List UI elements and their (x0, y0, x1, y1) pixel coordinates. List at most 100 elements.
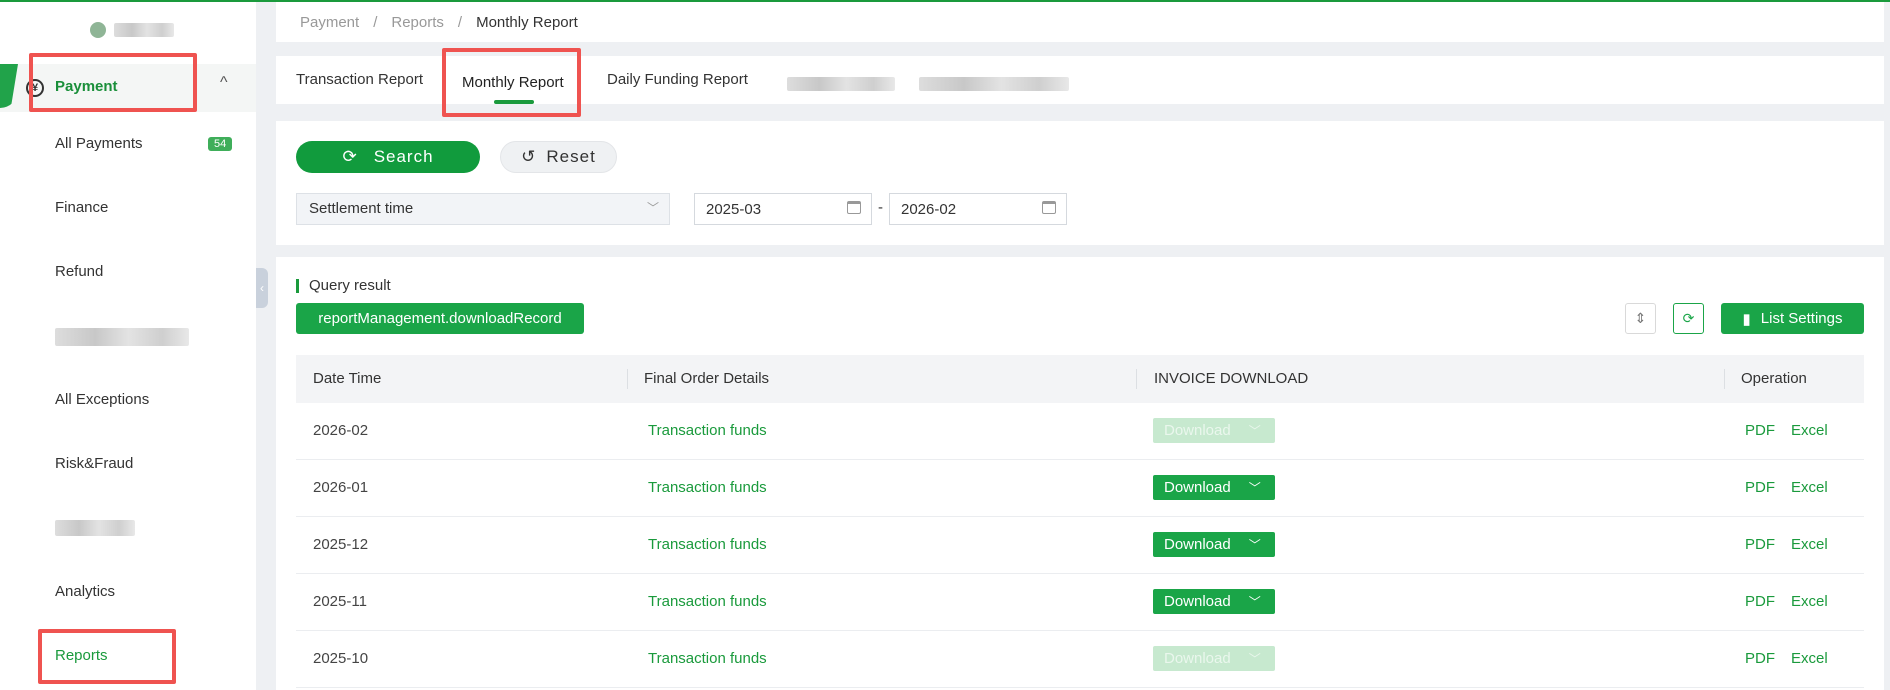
sidebar-item-all-exceptions[interactable]: All Exceptions (55, 391, 149, 408)
pdf-link[interactable]: PDF (1745, 650, 1775, 667)
tab-daily-funding-report[interactable]: Daily Funding Report (607, 71, 748, 88)
row-date: 2026-01 (313, 479, 369, 496)
time-type-select[interactable]: Settlement time ﹀ (296, 193, 670, 225)
excel-link[interactable]: Excel (1791, 479, 1828, 496)
pdf-link[interactable]: PDF (1745, 422, 1775, 439)
breadcrumb: Payment / Reports / Monthly Report (276, 2, 1884, 42)
download-label: Download (1164, 536, 1231, 553)
download-label: Download (1164, 650, 1231, 667)
logo-icon (90, 22, 106, 38)
reset-icon: ↺ (521, 147, 537, 166)
row-date: 2026-02 (313, 422, 369, 439)
table-row: 2025-10 Transaction funds Download ﹀ PDF … (296, 631, 1864, 688)
row-date: 2025-12 (313, 536, 369, 553)
date-from-value: 2025-03 (706, 201, 762, 218)
pdf-link[interactable]: PDF (1745, 479, 1775, 496)
breadcrumb-payment[interactable]: Payment (300, 14, 359, 31)
bar-chart-icon: ▮ (1742, 310, 1751, 328)
download-dropdown-button: Download ﹀ (1153, 418, 1275, 443)
active-tab-indicator (494, 100, 534, 104)
reset-button[interactable]: ↺ Reset (500, 141, 617, 173)
column-divider (1136, 369, 1137, 389)
search-refresh-icon: ⟳ (342, 147, 358, 166)
filter-panel (276, 121, 1884, 245)
time-type-value: Settlement time (309, 200, 414, 217)
calendar-icon (1042, 201, 1056, 214)
leaf-accent-icon (0, 64, 18, 108)
breadcrumb-separator: / (373, 13, 378, 31)
table-header: Date Time Final Order Details INVOICE DO… (296, 355, 1864, 403)
breadcrumb-reports[interactable]: Reports (391, 14, 444, 31)
tab-transaction-report[interactable]: Transaction Report (296, 71, 423, 88)
top-accent-line (0, 0, 1890, 2)
list-settings-button[interactable]: ▮ List Settings (1721, 303, 1864, 334)
table-row: 2025-12 Transaction funds Download ﹀ PDF … (296, 517, 1864, 574)
tab-monthly-report[interactable]: Monthly Report (462, 74, 564, 91)
table-row: 2026-02 Transaction funds Download ﹀ PDF … (296, 403, 1864, 460)
sidebar-item-reports[interactable]: Reports (55, 647, 108, 664)
column-divider (627, 369, 628, 389)
transaction-funds-link[interactable]: Transaction funds (648, 479, 767, 496)
header-final-order-details: Final Order Details (644, 370, 770, 387)
date-range-separator: - (878, 199, 883, 216)
download-label: Download (1164, 422, 1231, 439)
account-logo (90, 22, 174, 38)
date-from-input[interactable]: 2025-03 (694, 193, 872, 225)
sidebar-collapse-handle[interactable]: ‹ (256, 268, 268, 308)
date-to-input[interactable]: 2026-02 (889, 193, 1067, 225)
transaction-funds-link[interactable]: Transaction funds (648, 593, 767, 610)
breadcrumb-separator: / (457, 13, 463, 31)
download-record-button[interactable]: reportManagement.downloadRecord (296, 303, 584, 334)
table-row: 2026-01 Transaction funds Download ﹀ PDF … (296, 460, 1864, 517)
transaction-funds-link[interactable]: Transaction funds (648, 536, 767, 553)
payment-icon: ¥ (26, 79, 44, 97)
header-invoice-download: INVOICE DOWNLOAD (1154, 370, 1309, 387)
tab-blurred-1[interactable] (787, 77, 895, 91)
sidebar-item-blurred-2[interactable] (55, 520, 135, 536)
sidebar-item-analytics[interactable]: Analytics (55, 583, 115, 600)
download-label: Download (1164, 593, 1231, 610)
chevron-down-icon: ﹀ (1248, 424, 1261, 438)
sidebar-item-refund[interactable]: Refund (55, 263, 103, 280)
download-dropdown-button[interactable]: Download ﹀ (1153, 589, 1275, 614)
search-button[interactable]: ⟳ Search (296, 141, 480, 173)
excel-link[interactable]: Excel (1791, 650, 1828, 667)
download-dropdown-button: Download ﹀ (1153, 646, 1275, 671)
chevron-down-icon: ﹀ (1248, 595, 1261, 609)
chevron-up-icon[interactable]: ^ (220, 74, 228, 92)
chevron-down-icon: ﹀ (1248, 481, 1261, 495)
table-row: 2025-11 Transaction funds Download ﹀ PDF … (296, 574, 1864, 631)
count-badge: 54 (208, 137, 233, 151)
tab-blurred-2[interactable] (919, 77, 1069, 91)
sidebar-item-risk-fraud[interactable]: Risk&Fraud (55, 455, 133, 472)
breadcrumb-current: Monthly Report (476, 13, 578, 31)
refresh-icon[interactable]: ⟳ (1673, 303, 1704, 334)
pdf-link[interactable]: PDF (1745, 593, 1775, 610)
download-dropdown-button[interactable]: Download ﹀ (1153, 475, 1275, 500)
header-date-time: Date Time (313, 370, 382, 387)
row-date: 2025-11 (313, 593, 367, 610)
chevron-down-icon: ﹀ (1248, 538, 1261, 552)
reset-button-label: Reset (546, 147, 596, 166)
transaction-funds-link[interactable]: Transaction funds (648, 422, 767, 439)
sidebar-item-all-payments[interactable]: All Payments (55, 135, 143, 152)
list-settings-label: List Settings (1760, 310, 1843, 327)
sidebar-group-payment[interactable]: ¥ Payment ^ (0, 64, 256, 112)
sidebar-item-blurred[interactable] (55, 328, 189, 346)
header-operation: Operation (1741, 370, 1807, 387)
search-button-label: Search (373, 147, 434, 166)
account-name-blurred (114, 23, 174, 37)
excel-link[interactable]: Excel (1791, 536, 1828, 553)
excel-link[interactable]: Excel (1791, 422, 1828, 439)
date-to-value: 2026-02 (901, 201, 957, 218)
excel-link[interactable]: Excel (1791, 593, 1828, 610)
chevron-down-icon: ﹀ (1248, 652, 1261, 666)
sidebar-item-finance[interactable]: Finance (55, 199, 108, 216)
column-divider (1724, 369, 1725, 389)
download-dropdown-button[interactable]: Download ﹀ (1153, 532, 1275, 557)
download-label: Download (1164, 479, 1231, 496)
transaction-funds-link[interactable]: Transaction funds (648, 650, 767, 667)
row-date: 2025-10 (313, 650, 369, 667)
density-toggle-icon[interactable]: ⇕ (1625, 303, 1656, 334)
pdf-link[interactable]: PDF (1745, 536, 1775, 553)
